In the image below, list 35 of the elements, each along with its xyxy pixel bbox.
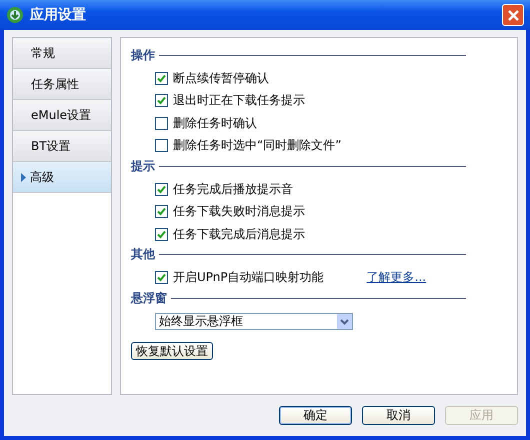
checkbox[interactable]: [155, 182, 168, 196]
checkbox[interactable]: [155, 205, 168, 218]
checkbox-label[interactable]: 任务下载完成后消息提示: [173, 226, 305, 243]
section-heading: 操作: [131, 46, 155, 64]
checkbox-label[interactable]: 断点续传暂停确认: [173, 70, 269, 87]
close-icon: [508, 10, 518, 20]
sidebar-item[interactable]: BT设置: [13, 131, 111, 162]
restore-defaults-button[interactable]: 恢复默认设置: [131, 342, 213, 360]
checkbox[interactable]: [155, 72, 168, 85]
sidebar-item[interactable]: eMule设置: [13, 100, 111, 131]
checkbox[interactable]: [155, 139, 168, 152]
learn-more-link[interactable]: 了解更多...: [366, 269, 426, 286]
dropdown[interactable]: 始终显示悬浮框: [155, 313, 353, 330]
close-button[interactable]: [502, 4, 524, 26]
checkbox[interactable]: [155, 271, 168, 284]
window-title: 应用设置: [30, 6, 87, 24]
dialog-button[interactable]: 确定: [279, 406, 352, 425]
checkbox[interactable]: [155, 228, 168, 241]
checkbox-label[interactable]: 删除任务时确认: [173, 114, 257, 132]
arrow-icon: [21, 172, 26, 182]
sidebar-item[interactable]: 高级: [13, 162, 111, 193]
dialog-button[interactable]: 取消: [362, 406, 435, 425]
app-logo-icon: [6, 6, 24, 24]
section-heading: 提示: [131, 158, 155, 174]
checkbox-label[interactable]: 删除任务时选中“同时删除文件”: [173, 137, 342, 154]
section-heading: 其他: [131, 246, 155, 263]
sidebar-item[interactable]: 任务属性: [13, 69, 111, 100]
checkbox[interactable]: [155, 94, 168, 108]
sidebar-item[interactable]: 常规: [13, 38, 111, 69]
checkbox-label[interactable]: 任务下载失败时消息提示: [173, 203, 305, 220]
checkbox[interactable]: [155, 116, 168, 130]
section-heading: 悬浮窗: [131, 290, 167, 306]
checkbox-label[interactable]: 开启UPnP自动端口映射功能: [173, 269, 324, 286]
checkbox-label[interactable]: 退出时正在下载任务提示: [173, 92, 305, 110]
checkbox-label[interactable]: 任务完成后播放提示音: [173, 180, 293, 198]
